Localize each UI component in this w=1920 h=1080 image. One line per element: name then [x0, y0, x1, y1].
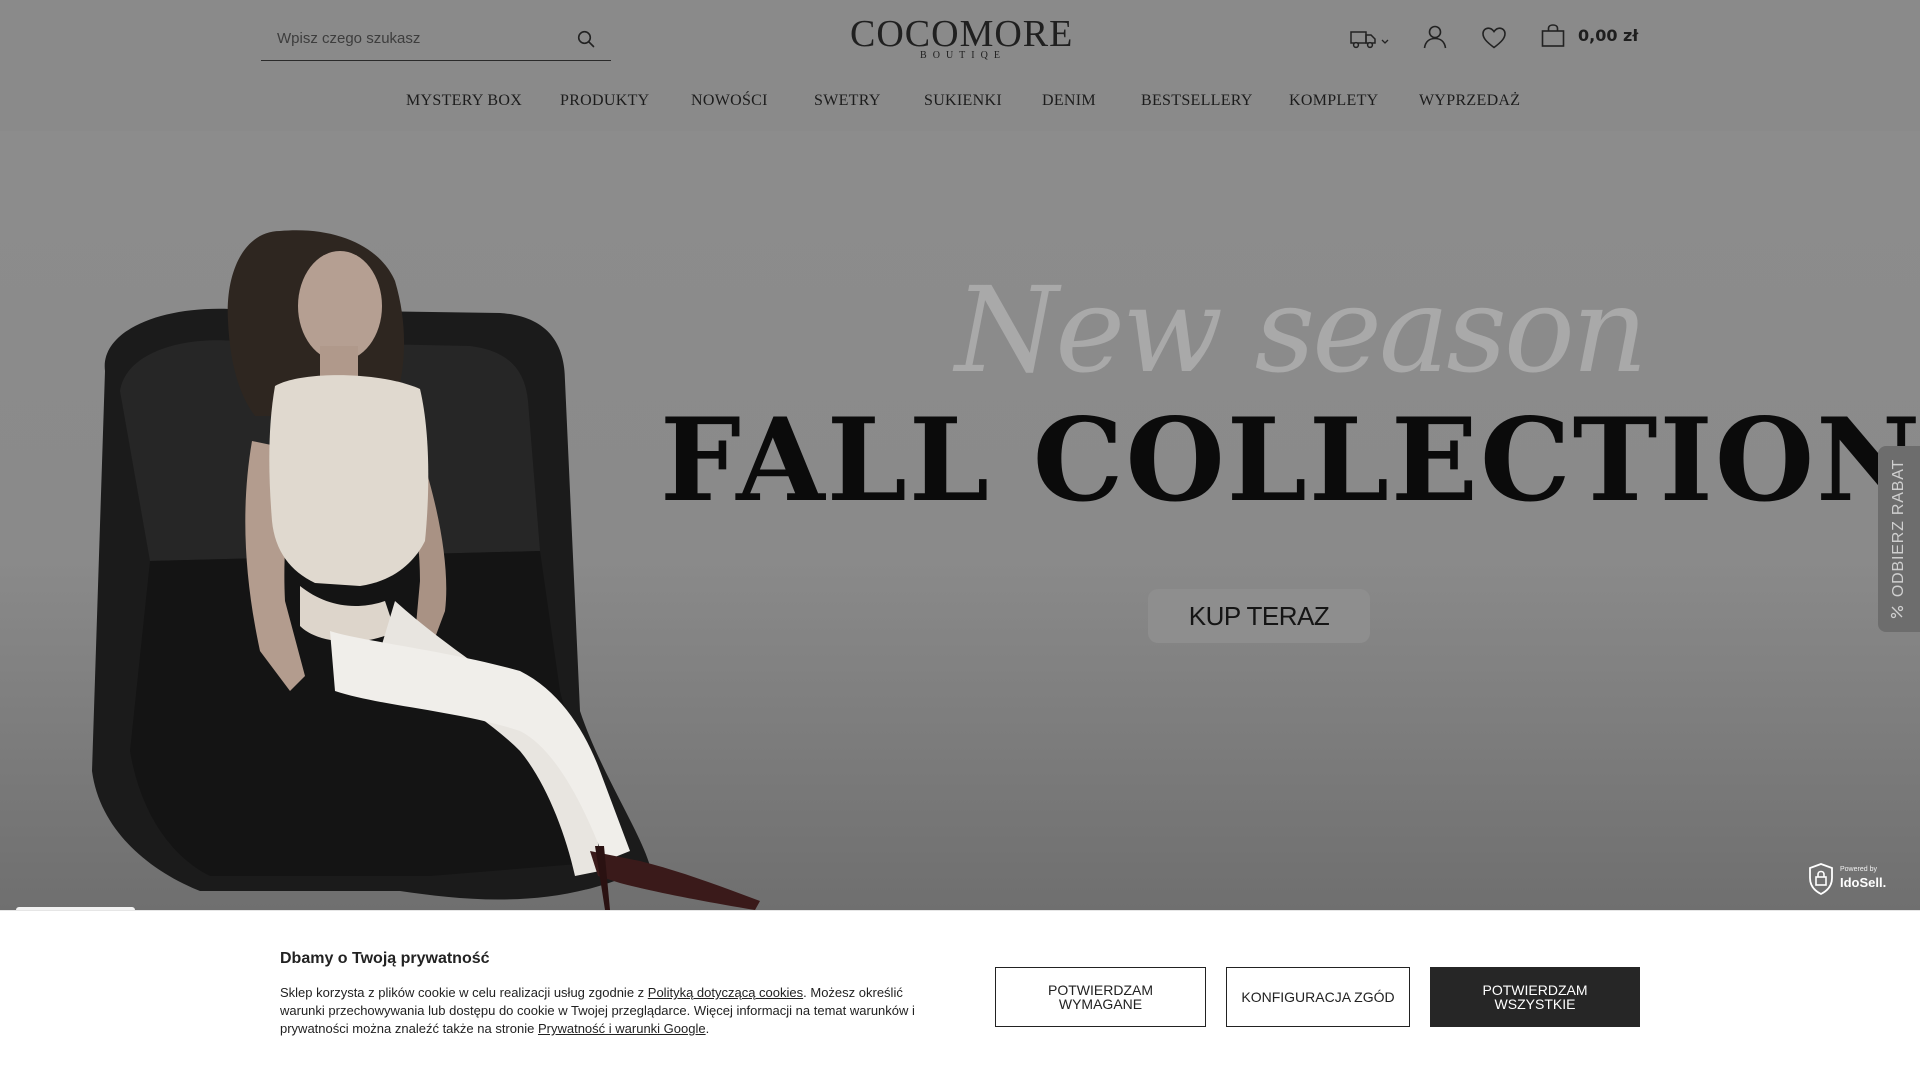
- discount-side-tab[interactable]: ODBIERZ RABAT: [1878, 446, 1920, 632]
- nav-item-nowosci[interactable]: NOWOŚCI: [691, 92, 768, 110]
- nav-item-wyprzedaz[interactable]: WYPRZEDAŻ: [1419, 92, 1520, 110]
- main-nav: MYSTERY BOX PRODUKTY NOWOŚCI SWETRY SUKI…: [0, 92, 1920, 116]
- hero-banner[interactable]: New season FALL COLLECTION KUP TERAZ Pow…: [0, 131, 1920, 910]
- confirm-required-button[interactable]: POTWIERDZAM WYMAGANE: [995, 967, 1206, 1027]
- hero-main-title: FALL COLLECTION: [660, 393, 1920, 527]
- confirm-all-button[interactable]: POTWIERDZAM WSZYSTKIE: [1430, 967, 1640, 1027]
- site-header: COCOMORE BOUTIQE: [0, 0, 1920, 131]
- shopping-bag-icon: [1540, 23, 1566, 54]
- delivery-truck-icon: [1350, 29, 1378, 54]
- cookie-policy-link[interactable]: Polityką dotyczącą cookies: [648, 985, 803, 1000]
- account-button[interactable]: [1422, 22, 1448, 56]
- nav-item-sukienki[interactable]: SUKIENKI: [924, 92, 1002, 110]
- cookie-text-part: Sklep korzysta z plików cookie w celu re…: [280, 985, 648, 1000]
- cart-total[interactable]: 0,00 zł: [1578, 26, 1638, 45]
- heart-icon: [1481, 26, 1507, 55]
- nav-item-komplety[interactable]: KOMPLETY: [1289, 92, 1379, 110]
- cart-button[interactable]: [1540, 21, 1566, 55]
- powered-by-label: Powered by: [1840, 866, 1877, 873]
- user-icon: [1422, 24, 1448, 55]
- logo-wordmark: COCOMORE: [850, 13, 1074, 55]
- idosell-badge[interactable]: Powered by IdoSell.: [1806, 862, 1890, 896]
- discount-tab-label: ODBIERZ RABAT: [1890, 458, 1907, 598]
- search-bar: [261, 17, 611, 61]
- chevron-down-icon: [1381, 32, 1389, 50]
- idosell-brand: IdoSell.: [1840, 875, 1887, 890]
- google-privacy-link[interactable]: Prywatność i warunki Google: [538, 1021, 706, 1036]
- wishlist-button[interactable]: [1481, 23, 1507, 57]
- cookie-consent-banner: Dbamy o Twoją prywatność Sklep korzysta …: [0, 910, 1920, 1080]
- nav-item-denim[interactable]: DENIM: [1042, 92, 1096, 110]
- search-icon[interactable]: [577, 30, 595, 48]
- nav-item-mystery-box[interactable]: MYSTERY BOX: [406, 92, 522, 110]
- shield-lock-icon: [1808, 863, 1834, 900]
- search-input[interactable]: [261, 17, 561, 59]
- cookie-text: Sklep korzysta z plików cookie w celu re…: [280, 984, 930, 1038]
- shop-now-button[interactable]: KUP TERAZ: [1148, 589, 1370, 643]
- nav-item-produkty[interactable]: PRODUKTY: [560, 92, 650, 110]
- nav-item-bestsellery[interactable]: BESTSELLERY: [1141, 92, 1253, 110]
- percent-icon: [1890, 605, 1909, 619]
- delivery-selector[interactable]: [1350, 24, 1389, 58]
- nav-item-swetry[interactable]: SWETRY: [814, 92, 881, 110]
- cookie-text-part: .: [705, 1021, 710, 1036]
- configure-consents-button[interactable]: KONFIGURACJA ZGÓD: [1226, 967, 1410, 1027]
- hero-script-title: New season: [955, 261, 1648, 399]
- cookie-title: Dbamy o Twoją prywatność: [280, 950, 490, 967]
- site-logo[interactable]: COCOMORE BOUTIQE: [850, 13, 1074, 62]
